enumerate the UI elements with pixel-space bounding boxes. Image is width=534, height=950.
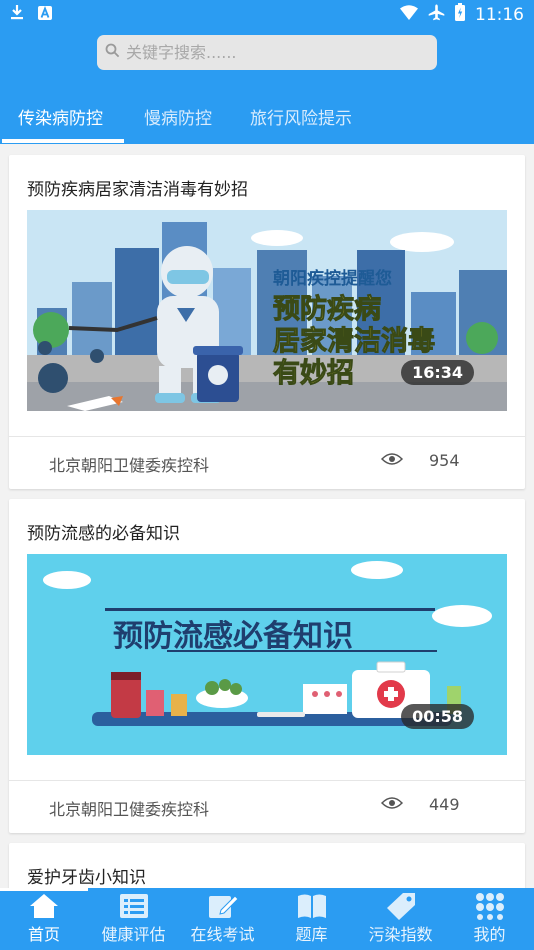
nav-label: 我的	[473, 925, 506, 944]
nav-label: 污染指数	[368, 925, 433, 944]
nav-label: 题库	[295, 925, 328, 944]
nav-health-assessment[interactable]: 健康评估	[89, 888, 178, 950]
list-icon	[118, 892, 150, 924]
home-icon	[28, 892, 60, 924]
clock-time: 11:16	[475, 4, 524, 25]
image-banner: 朝阳疾控提醒您	[273, 268, 392, 289]
grid-icon	[474, 892, 506, 924]
video-thumbnail[interactable]: 朝阳疾控提醒您 预防疾病 居家清洁消毒 有妙招 16:34	[27, 210, 507, 411]
search-icon	[105, 43, 120, 62]
battery-icon	[455, 3, 465, 26]
airplane-icon	[428, 3, 445, 26]
download-icon	[10, 4, 24, 24]
nav-label: 首页	[27, 925, 60, 944]
image-line-2: 居家清洁消毒	[273, 325, 435, 357]
video-card[interactable]: 预防疾病居家清洁消毒有妙招 朝阳疾控提醒您 预防疾病 居家清洁消毒 有妙招 16…	[9, 155, 525, 489]
app-header: 传染病防控 慢病防控 旅行风险提示	[0, 27, 534, 144]
eye-icon	[380, 795, 404, 814]
search-input[interactable]	[126, 43, 406, 62]
views-number: 449	[429, 795, 460, 814]
image-heading: 预防流感必备知识	[113, 619, 353, 654]
video-source: 北京朝阳卫健委疾控科	[49, 800, 210, 819]
video-duration: 16:34	[401, 360, 474, 385]
tag-icon	[385, 892, 417, 924]
tab-chronic-disease[interactable]: 慢病防控	[144, 104, 212, 129]
app-notification-icon	[38, 5, 52, 24]
category-tabs: 传染病防控 慢病防控 旅行风险提示	[0, 99, 534, 144]
view-count: 954	[380, 451, 460, 470]
card-divider	[9, 780, 525, 781]
image-line-3: 有妙招	[273, 358, 354, 389]
video-duration: 00:58	[401, 704, 474, 729]
video-card[interactable]: 预防流感的必备知识 预防流感必备知识 00:58 北京朝阳卫健委疾控科 449	[9, 499, 525, 833]
search-box[interactable]	[97, 35, 437, 70]
image-line-1: 预防疾病	[273, 293, 381, 325]
eye-icon	[380, 451, 404, 470]
nav-question-bank[interactable]: 题库	[267, 888, 356, 950]
nav-online-exam[interactable]: 在线考试	[178, 888, 267, 950]
card-divider	[9, 436, 525, 437]
nav-pollution-index[interactable]: 污染指数	[356, 888, 445, 950]
video-thumbnail[interactable]: 预防流感必备知识 00:58	[27, 554, 507, 755]
nav-label: 健康评估	[101, 925, 166, 944]
book-icon	[296, 892, 328, 924]
wifi-icon	[400, 4, 418, 25]
views-number: 954	[429, 451, 460, 470]
status-bar: 11:16	[0, 0, 534, 27]
nav-home[interactable]: 首页	[0, 888, 88, 950]
edit-icon	[207, 892, 239, 924]
video-title: 预防疾病居家清洁消毒有妙招	[27, 180, 248, 200]
nav-profile[interactable]: 我的	[445, 888, 534, 950]
bottom-navigation: 首页 健康评估 在线考试 题库 污染指数 我的	[0, 888, 534, 950]
nav-label: 在线考试	[190, 925, 255, 944]
active-tab-indicator	[2, 139, 124, 143]
view-count: 449	[380, 795, 460, 814]
video-title: 爱护牙齿小知识	[27, 868, 146, 888]
video-title: 预防流感的必备知识	[27, 524, 180, 544]
tab-infectious-disease[interactable]: 传染病防控	[18, 104, 103, 129]
tab-travel-risk[interactable]: 旅行风险提示	[250, 104, 352, 129]
video-source: 北京朝阳卫健委疾控科	[49, 456, 210, 475]
